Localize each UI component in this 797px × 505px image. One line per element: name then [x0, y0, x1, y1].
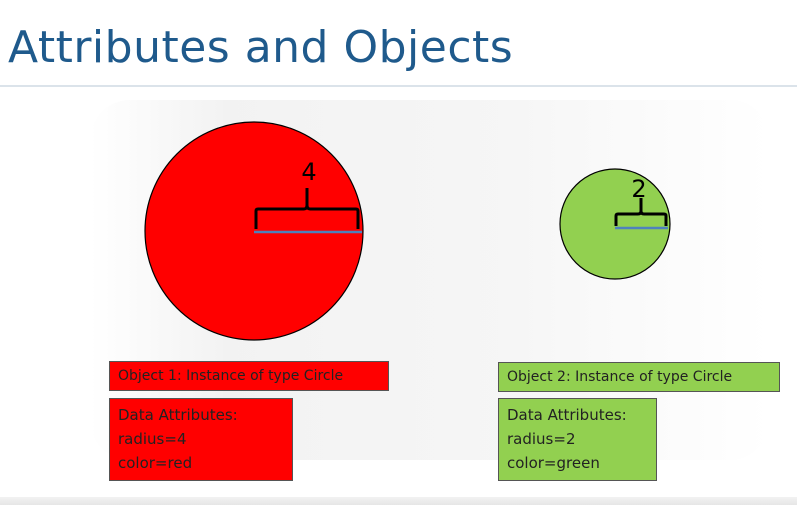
object2-label: Object 2: Instance of type Circle	[507, 369, 733, 385]
object1-attr-radius: radius=4	[118, 430, 187, 448]
object2-attr-radius: radius=2	[507, 430, 576, 448]
object2-attr-color: color=green	[507, 454, 600, 472]
object1-label-box: Object 1: Instance of type Circle	[109, 361, 389, 391]
bottom-bar	[0, 497, 797, 505]
object1-radius-label: 4	[301, 158, 316, 186]
object2-radius-label: 2	[631, 175, 646, 203]
object2-attributes-header: Data Attributes:	[507, 406, 627, 424]
object1-attributes-box: Data Attributes: radius=4 color=red	[109, 398, 293, 481]
object2-circle-group: 2	[559, 168, 671, 280]
object2-attributes-box: Data Attributes: radius=2 color=green	[498, 398, 657, 481]
object1-circle-group: 4	[144, 121, 364, 341]
object1-attributes-header: Data Attributes:	[118, 406, 238, 424]
object2-label-box: Object 2: Instance of type Circle	[498, 362, 780, 392]
object1-attr-color: color=red	[118, 454, 193, 472]
object1-label: Object 1: Instance of type Circle	[118, 368, 344, 384]
